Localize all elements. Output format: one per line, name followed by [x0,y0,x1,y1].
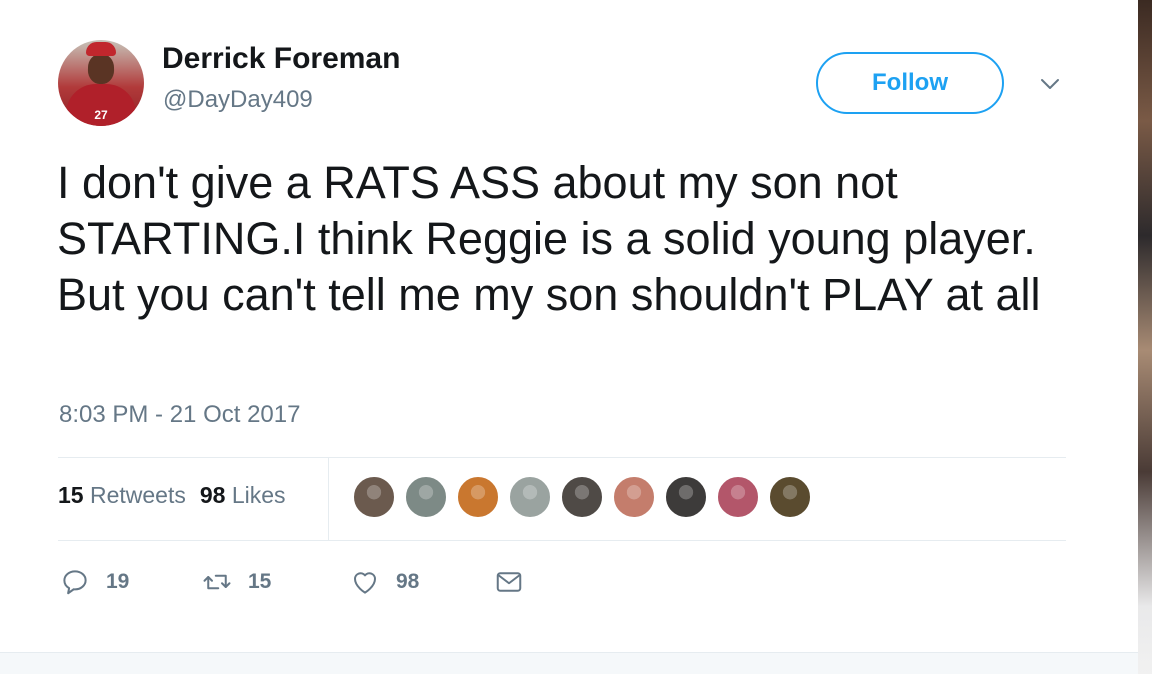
liker-avatar[interactable] [716,475,760,519]
retweets-stat[interactable]: 15 Retweets [58,482,186,508]
envelope-icon [496,572,522,592]
liker-avatar[interactable] [404,475,448,519]
stats-divider-bottom [58,540,1066,541]
engagement-stats: 15 Retweets 98 Likes [58,482,286,509]
reply-icon [63,570,87,595]
author-name[interactable]: Derrick Foreman [162,42,400,76]
follow-button[interactable]: Follow [816,52,1004,114]
stats-divider-top [58,457,1066,458]
tweet-card: 27 Derrick Foreman @DayDay409 Follow I d… [0,0,1138,652]
background-image-edge [1138,0,1152,674]
stats-vertical-divider [328,458,329,540]
liker-avatar[interactable] [456,475,500,519]
liker-avatar[interactable] [664,475,708,519]
avatar-face [88,54,114,84]
author-handle[interactable]: @DayDay409 [163,86,313,114]
like-action[interactable]: 98 [350,565,419,599]
liker-avatar[interactable] [768,475,812,519]
retweet-action[interactable]: 15 [202,565,271,599]
avatar-jersey-number: 27 [94,108,108,122]
retweets-label: Retweets [89,482,186,508]
retweet-count: 15 [248,570,272,593]
heart-icon [354,572,376,594]
likes-label: Likes [231,482,286,508]
avatar-cap [86,42,116,56]
retweets-count: 15 [58,482,84,508]
chevron-down-icon[interactable] [1038,72,1062,96]
reply-action[interactable]: 19 [60,565,129,599]
likes-count: 98 [199,482,226,508]
liker-avatar[interactable] [560,475,604,519]
likes-stat[interactable]: 98 Likes [200,482,286,508]
liker-avatar[interactable] [352,475,396,519]
author-avatar[interactable]: 27 [58,40,144,126]
reply-count: 19 [106,570,130,593]
direct-message-action[interactable] [494,565,524,599]
retweet-icon [203,574,231,590]
liker-avatar[interactable] [508,475,552,519]
like-count: 98 [396,570,420,593]
page-footer-strip [0,652,1138,674]
tweet-text: I don't give a RATS ASS about my son not… [57,157,1041,320]
liker-avatar[interactable] [612,475,656,519]
tweet-timestamp[interactable]: 8:03 PM - 21 Oct 2017 [59,401,300,429]
